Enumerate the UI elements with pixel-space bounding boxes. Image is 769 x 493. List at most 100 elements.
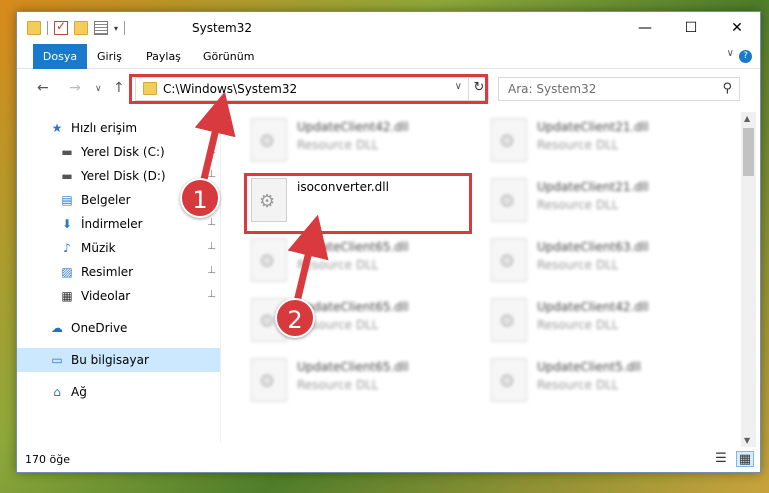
step-badge-2: 2 xyxy=(275,298,315,338)
details-view-icon[interactable]: ☰ xyxy=(712,451,730,467)
file-name: UpdateClient21.dll xyxy=(537,180,649,194)
item-count: 170 öğe xyxy=(25,453,70,466)
scroll-down-icon[interactable]: ▼ xyxy=(744,436,750,445)
file-item[interactable]: UpdateClient5.dll Resource DLL xyxy=(485,354,705,410)
up-button[interactable]: ↑ xyxy=(113,80,125,96)
properties-check-icon[interactable] xyxy=(54,19,68,35)
sidebar-item-label: Ağ xyxy=(71,385,87,399)
file-item[interactable]: UpdateClient21.dll Resource DLL xyxy=(485,174,705,230)
quick-access-toolbar: ▾ xyxy=(27,19,126,35)
sidebar-item-label: Resimler xyxy=(81,265,134,279)
pictures-icon: ▨ xyxy=(61,265,73,279)
file-type: Resource DLL xyxy=(537,378,619,392)
tab-paylas[interactable]: Paylaş xyxy=(138,44,189,69)
file-name: UpdateClient65.dll xyxy=(297,360,409,374)
sidebar-item-label: Yerel Disk (D:) xyxy=(81,169,166,183)
sidebar-item-this-pc[interactable]: ▭ Bu bilgisayar xyxy=(17,348,220,372)
ribbon-tabs: Dosya Giriş Paylaş Görünüm ∨ ? xyxy=(17,44,760,69)
document-icon: ▤ xyxy=(61,193,73,207)
search-placeholder: Ara: System32 xyxy=(508,82,597,96)
divider xyxy=(124,21,126,35)
file-name: UpdateClient42.dll xyxy=(537,300,649,314)
file-item[interactable]: UpdateClient65.dll Resource DLL xyxy=(245,234,465,290)
sidebar-item-quick-access[interactable]: ★ Hızlı erişim xyxy=(17,116,220,140)
file-type: Resource DLL xyxy=(297,258,379,272)
maximize-button[interactable]: ☐ xyxy=(668,12,714,43)
search-input[interactable]: Ara: System32 ⚲ xyxy=(498,77,740,101)
pin-icon[interactable]: ⊥ xyxy=(207,241,216,252)
divider xyxy=(47,21,48,35)
tab-gorunum[interactable]: Görünüm xyxy=(195,44,262,69)
music-icon: ♪ xyxy=(63,241,71,255)
search-icon[interactable]: ⚲ xyxy=(722,81,732,96)
file-name: UpdateClient5.dll xyxy=(537,360,641,374)
file-item[interactable]: UpdateClient42.dll Resource DLL xyxy=(485,294,705,350)
pin-icon[interactable]: ⊥ xyxy=(207,217,216,228)
sidebar-item-videos[interactable]: ▦ Videolar ⊥ xyxy=(17,284,220,308)
sidebar-item-label: Bu bilgisayar xyxy=(71,353,149,367)
large-icons-view-icon[interactable]: ▦ xyxy=(736,451,754,467)
dll-file-icon xyxy=(251,118,287,162)
sidebar-item-label: Belgeler xyxy=(81,193,131,207)
file-item[interactable]: UpdateClient65.dll Resource DLL xyxy=(245,354,465,410)
computer-icon: ▭ xyxy=(51,353,63,367)
forward-button[interactable]: → xyxy=(69,80,81,96)
sidebar-item-label: OneDrive xyxy=(71,321,128,335)
sidebar-item-local-disk-c[interactable]: ▬ Yerel Disk (C:) ⊥ xyxy=(17,140,220,164)
properties-icon[interactable] xyxy=(94,21,108,35)
file-type: Resource DLL xyxy=(537,138,619,152)
recent-locations-chevron-icon[interactable]: ∨ xyxy=(95,84,102,94)
file-type: Resource DLL xyxy=(537,198,619,212)
file-type: Resource DLL xyxy=(537,318,619,332)
file-list: UpdateClient42.dll Resource DLL UpdateCl… xyxy=(225,112,737,442)
pin-icon[interactable]: ⊥ xyxy=(207,265,216,276)
file-highlight-box xyxy=(244,173,472,234)
pane-divider xyxy=(220,112,221,442)
folder-icon xyxy=(27,21,41,35)
file-item[interactable]: UpdateClient63.dll Resource DLL xyxy=(485,234,705,290)
sidebar-item-label: Hızlı erişim xyxy=(71,121,138,135)
view-switcher: ☰ ▦ xyxy=(712,451,754,467)
tab-dosya[interactable]: Dosya xyxy=(33,44,87,69)
close-button[interactable]: ✕ xyxy=(714,12,760,43)
dll-file-icon xyxy=(251,358,287,402)
file-name: UpdateClient21.dll xyxy=(537,120,649,134)
vertical-scrollbar[interactable]: ▲ ▼ xyxy=(741,112,756,447)
file-name: UpdateClient42.dll xyxy=(297,120,409,134)
sidebar-item-onedrive[interactable]: ☁ OneDrive xyxy=(17,316,220,340)
expand-ribbon-chevron-icon[interactable]: ∨ xyxy=(727,48,734,59)
sidebar-item-pictures[interactable]: ▨ Resimler ⊥ xyxy=(17,260,220,284)
step-badge-1: 1 xyxy=(180,178,220,218)
back-button[interactable]: ← xyxy=(37,80,49,96)
scroll-thumb[interactable] xyxy=(743,128,754,176)
window-title: System32 xyxy=(192,21,253,35)
sidebar-item-network[interactable]: ⌂ Ağ xyxy=(17,380,220,404)
cloud-icon: ☁ xyxy=(51,321,63,335)
file-item[interactable]: UpdateClient42.dll Resource DLL xyxy=(245,114,465,170)
status-bar: 170 öğe ☰ ▦ xyxy=(17,448,760,472)
dll-file-icon xyxy=(491,238,527,282)
title-bar: ▾ System32 — ☐ ✕ xyxy=(17,12,760,44)
file-type: Resource DLL xyxy=(537,258,619,272)
pin-icon[interactable]: ⊥ xyxy=(207,145,216,156)
dll-file-icon xyxy=(491,298,527,342)
sidebar-item-music[interactable]: ♪ Müzik ⊥ xyxy=(17,236,220,260)
dll-file-icon xyxy=(491,118,527,162)
tab-giris[interactable]: Giriş xyxy=(89,44,130,69)
dll-file-icon xyxy=(251,238,287,282)
customize-toolbar-chevron-icon[interactable]: ▾ xyxy=(114,24,118,33)
minimize-button[interactable]: — xyxy=(622,12,668,43)
sidebar-item-label: İndirmeler xyxy=(81,217,143,231)
download-icon: ⬇ xyxy=(61,217,73,231)
help-icon[interactable]: ? xyxy=(739,50,752,63)
dll-file-icon xyxy=(491,358,527,402)
pin-icon[interactable]: ⊥ xyxy=(207,289,216,300)
video-icon: ▦ xyxy=(61,289,73,303)
file-item[interactable]: UpdateClient21.dll Resource DLL xyxy=(485,114,705,170)
drive-icon: ▬ xyxy=(61,145,73,159)
new-folder-icon[interactable] xyxy=(74,21,88,35)
scroll-up-icon[interactable]: ▲ xyxy=(744,114,750,123)
drive-icon: ▬ xyxy=(61,169,73,183)
file-type: Resource DLL xyxy=(297,138,379,152)
pin-icon[interactable]: ⊥ xyxy=(207,169,216,180)
